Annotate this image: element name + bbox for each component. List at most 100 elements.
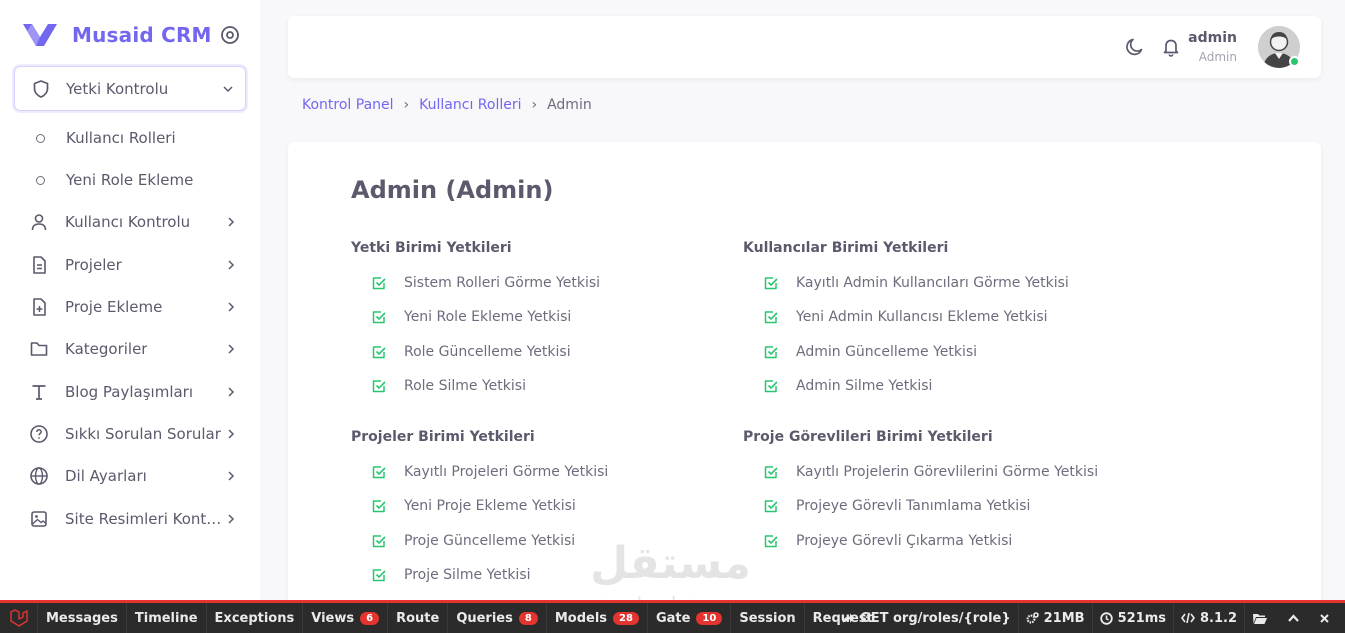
debugbar-memory[interactable]: 21MB	[1017, 603, 1092, 633]
debugbar-tab-session[interactable]: Session	[731, 603, 805, 633]
debugbar-tab-views[interactable]: Views 6	[303, 603, 389, 633]
permission-item: Yeni Role Ekleme Yetkisi	[351, 300, 731, 334]
chevron-right-icon	[228, 514, 235, 524]
menu-item-site-resimleri[interactable]: Site Resimleri Kontrolu	[28, 503, 246, 535]
php-version-text: 8.1.2	[1199, 610, 1237, 626]
check-square-icon	[372, 466, 386, 479]
menu-toggle-icon[interactable]	[220, 25, 240, 45]
page-title: Admin (Admin)	[351, 176, 554, 204]
menu-item-projeler[interactable]: Projeler	[28, 249, 246, 281]
bell-icon[interactable]	[1160, 36, 1182, 58]
chevron-right-icon	[228, 217, 235, 227]
debugbar-tab-models[interactable]: Models 28	[547, 603, 648, 633]
debugbar-time[interactable]: 521ms	[1091, 603, 1173, 633]
sub-item-kullanci-rolleri[interactable]: Kullancı Rolleri	[30, 123, 250, 153]
folder-icon	[28, 338, 50, 360]
chevron-right-icon: ›	[403, 97, 410, 113]
cogs-icon	[1026, 611, 1039, 624]
file-plus-icon	[28, 296, 50, 318]
debugbar-tab-route[interactable]: Route	[388, 603, 449, 633]
close-icon[interactable]	[1312, 603, 1345, 633]
count-badge: 8	[518, 611, 538, 625]
menu-item-label: Dil Ayarları	[65, 467, 147, 485]
debugbar-tab-queries[interactable]: Queries 8	[448, 603, 547, 633]
menu-item-label: Blog Paylaşımları	[65, 383, 194, 401]
permission-group-title: Projeler Birimi Yetkileri	[351, 429, 535, 445]
shield-icon	[33, 80, 49, 98]
menu-item-blog-paylasimlari[interactable]: Blog Paylaşımları	[28, 376, 246, 408]
moon-icon[interactable]	[1124, 36, 1146, 58]
permission-label: Proje Güncelleme Yetkisi	[404, 532, 576, 549]
permission-label: Role Güncelleme Yetkisi	[404, 343, 571, 360]
sub-item-yeni-role-ekleme[interactable]: Yeni Role Ekleme	[30, 165, 250, 195]
chevron-up-icon[interactable]	[1280, 603, 1312, 633]
permission-group-title: Proje Görevlileri Birimi Yetkileri	[743, 429, 993, 445]
chevron-right-icon	[228, 471, 235, 481]
permission-label: Yeni Admin Kullancısı Ekleme Yetkisi	[796, 309, 1048, 326]
permission-label: Yeni Role Ekleme Yetkisi	[404, 309, 572, 326]
help-circle-icon	[28, 423, 50, 445]
permission-item: Admin Güncelleme Yetkisi	[743, 335, 1123, 369]
breadcrumb-link-kullanci-rolleri[interactable]: Kullancı Rolleri	[419, 97, 521, 113]
debugbar-route[interactable]: GET org/roles/{role}	[835, 603, 1018, 633]
debugbar-tab-label: Gate	[655, 610, 691, 626]
permission-group-title: Kullancılar Birimi Yetkileri	[743, 240, 949, 256]
menu-item-label: Sıkkı Sorulan Sorular	[65, 425, 221, 443]
watermark-arabic: مستقل	[590, 538, 751, 589]
sub-item-label: Kullancı Rolleri	[66, 129, 176, 147]
permission-label: Admin Silme Yetkisi	[796, 378, 933, 395]
debugbar-tab-label: Models	[554, 610, 608, 626]
debugbar-tab-messages[interactable]: Messages	[38, 603, 127, 633]
debugbar-tab-exceptions[interactable]: Exceptions	[207, 603, 304, 633]
permission-item: Projeye Görevli Çıkarma Yetkisi	[743, 524, 1123, 558]
permission-item: Admin Silme Yetkisi	[743, 369, 1123, 403]
permission-item: Yeni Proje Ekleme Yetkisi	[351, 489, 731, 523]
debugbar-tab-timeline[interactable]: Timeline	[127, 603, 207, 633]
menu-item-kullanci-kontrolu[interactable]: Kullancı Kontrolu	[28, 206, 246, 238]
route-text: GET org/roles/{role}	[860, 610, 1011, 626]
menu-item-label: Kullancı Kontrolu	[65, 213, 191, 231]
menu-item-label: Proje Ekleme	[65, 298, 163, 316]
user-name[interactable]: admin	[1188, 30, 1237, 46]
permission-label: Projeye Görevli Tanımlama Yetkisi	[796, 498, 1031, 515]
laravel-logo-icon[interactable]	[0, 603, 38, 633]
sub-item-label: Yeni Role Ekleme	[66, 171, 194, 189]
menu-item-sss[interactable]: Sıkkı Sorulan Sorular	[28, 418, 246, 450]
memory-text: 21MB	[1043, 610, 1085, 626]
chevron-right-icon	[228, 429, 235, 439]
permission-label: Proje Silme Yetkisi	[404, 567, 531, 584]
debugbar-tab-label: Route	[396, 610, 440, 626]
check-square-icon	[372, 534, 386, 547]
user-role: Admin	[1198, 50, 1237, 64]
permission-item: Role Güncelleme Yetkisi	[351, 335, 731, 369]
menu-item-proje-ekleme[interactable]: Proje Ekleme	[28, 291, 246, 323]
breadcrumb-current: Admin	[547, 97, 592, 113]
brand-name: Musaid CRM	[72, 23, 212, 47]
check-square-icon	[372, 345, 386, 358]
count-badge: 28	[613, 611, 639, 625]
sidebar: Musaid CRM Yetki Kontrolu Kullancı Rolle…	[0, 0, 260, 600]
permission-item: Yeni Admin Kullancısı Ekleme Yetkisi	[743, 300, 1123, 334]
share-icon	[843, 613, 855, 623]
permission-label: Kayıtlı Admin Kullancıları Görme Yetkisi	[796, 275, 1069, 292]
check-square-icon	[372, 311, 386, 324]
debugbar-tab-label: Session	[739, 610, 796, 626]
permission-item: Kayıtlı Projelerin Görevlilerini Görme Y…	[743, 455, 1123, 489]
brand[interactable]: Musaid CRM	[22, 18, 248, 52]
chevron-right-icon	[228, 260, 235, 270]
debugbar-php-version[interactable]: 8.1.2	[1172, 603, 1244, 633]
menu-item-dil-ayarlari[interactable]: Dil Ayarları	[28, 460, 246, 492]
permission-item: Kayıtlı Projeleri Görme Yetkisi	[351, 455, 731, 489]
debugbar: Messages Timeline Exceptions Views 6 Rout…	[0, 600, 1345, 633]
menu-item-kategoriler[interactable]: Kategoriler	[28, 333, 246, 365]
check-square-icon	[372, 277, 386, 290]
debugbar-tab-label: Views	[311, 610, 355, 626]
folder-open-icon[interactable]	[1244, 603, 1280, 633]
permission-label: Kayıtlı Projeleri Görme Yetkisi	[404, 464, 609, 481]
debugbar-tab-gate[interactable]: Gate 10	[648, 603, 732, 633]
menu-item-label: Site Resimleri Kontrolu	[65, 510, 227, 528]
breadcrumb-link-kontrol-panel[interactable]: Kontrol Panel	[302, 97, 394, 113]
role-permissions-card: Admin (Admin) Yetki Birimi Yetkileri Sis…	[288, 142, 1321, 612]
menu-item-yetki-kontrolu[interactable]: Yetki Kontrolu	[14, 66, 246, 111]
chevron-right-icon	[228, 387, 235, 397]
